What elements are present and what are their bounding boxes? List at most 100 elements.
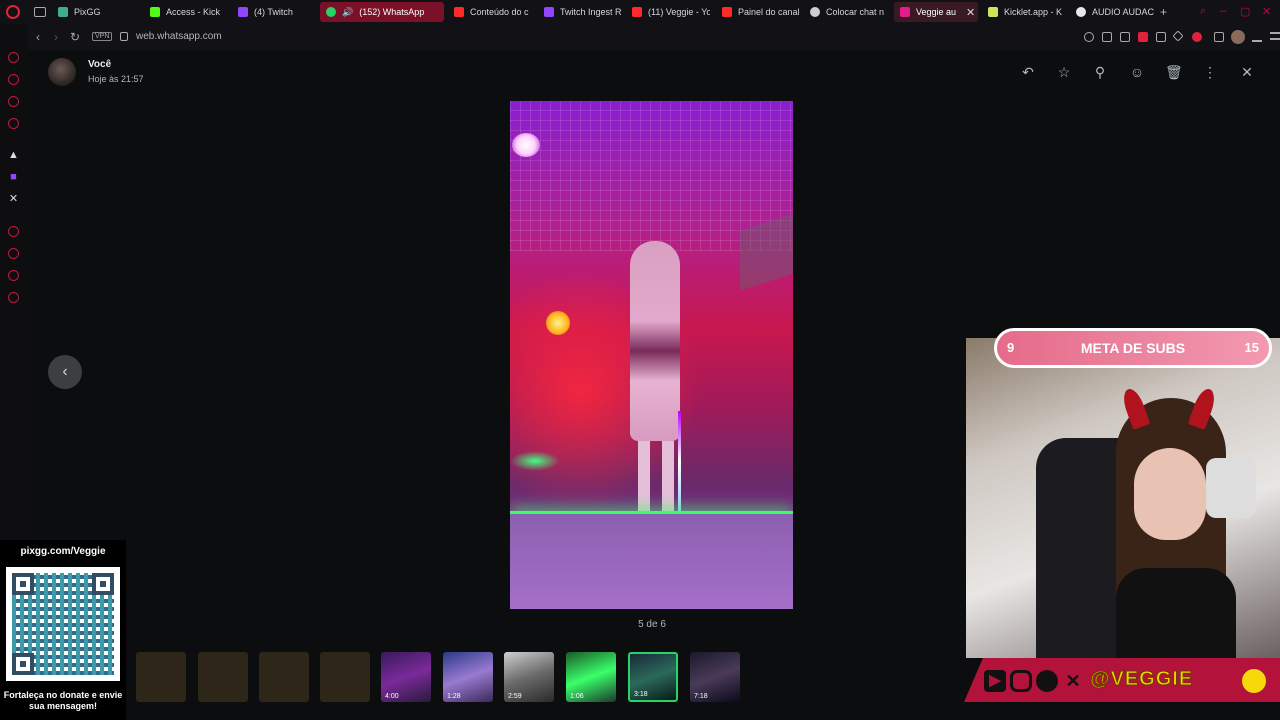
sidebar-extensions-icon[interactable] [8,270,19,281]
youtube-favicon-icon [454,7,464,17]
qr-eye [92,573,114,595]
instagram-icon [1010,670,1032,692]
emoji-icon[interactable]: ☺ [1129,64,1145,80]
reply-icon[interactable]: ↶ [1020,64,1036,80]
tab-youtube-content[interactable]: Conteúdo do c [448,2,532,22]
tab-twitch[interactable]: (4) Twitch [232,2,316,22]
sidebar-player-icon[interactable] [8,226,19,237]
tab-whatsapp[interactable]: 🔊 (152) WhatsApp [320,2,444,22]
donation-panel: pixgg.com/Veggie Fortaleça no donate e e… [0,540,126,720]
qr-eye [12,653,34,675]
donation-message: Fortaleça no donate e envie sua mensagem… [3,690,123,711]
webcam-feed [966,338,1280,658]
extensions-icon[interactable] [1214,32,1224,42]
thumbnail-strip: 4:00 1:28 2:59 1:06 3:18 7:18 [124,650,764,706]
address-bar: ‹ › ↻ VPN web.whatsapp.com [28,24,1280,50]
adblock-icon[interactable] [1138,32,1148,42]
back-icon[interactable]: ‹ [36,30,40,44]
zoom-icon[interactable] [1084,32,1094,42]
tab-veggie-audio[interactable]: Veggie au ✕ [894,2,978,22]
thumbnail[interactable] [259,652,309,702]
snapshot-icon[interactable] [1120,32,1130,42]
sidebar-twitch-icon[interactable]: ■ [8,172,19,183]
smiley-icon [1242,669,1266,693]
sidebar-messenger-icon[interactable] [8,96,19,107]
new-tab-button[interactable]: + [1160,5,1167,19]
sidebar-bag-icon[interactable] [8,74,19,85]
goal-target: 15 [1244,340,1259,355]
tab-youtube-veggie[interactable]: (11) Veggie - Yo [626,2,710,22]
profile-avatar[interactable] [1231,30,1245,44]
pin-icon[interactable]: ⚲ [1092,64,1108,80]
minimize-icon[interactable]: – [1220,5,1226,17]
spotify-icon [1036,670,1058,692]
play-icon[interactable] [1172,30,1184,42]
crop-icon[interactable] [1156,32,1166,42]
reload-icon[interactable]: ↻ [70,30,80,44]
streamer-face [1134,448,1206,540]
yellow-lamp [546,311,570,335]
tab-colocar-chat[interactable]: Colocar chat n [804,2,888,22]
lock-icon[interactable] [120,32,128,41]
tab-twitch-ingest[interactable]: Twitch Ingest R [538,2,622,22]
thumbnail[interactable]: 4:00 [381,652,431,702]
delete-icon[interactable]: 🗑 [1165,64,1183,80]
window-close-icon[interactable]: ✕ [1262,5,1271,18]
heart-icon[interactable] [1192,32,1202,42]
dancer-figure [630,241,680,441]
generic-favicon-icon [810,7,820,17]
donation-url: pixgg.com/Veggie [20,546,106,557]
whatsapp-favicon-icon [326,7,336,17]
pixgg-favicon-icon [58,7,68,17]
thumbnail[interactable]: 1:06 [566,652,616,702]
youtube-favicon-icon [632,7,642,17]
sidebar-aria-icon[interactable]: ▲ [8,150,19,161]
easy-setup-menu-icon[interactable] [1270,32,1280,40]
dancer-legs [628,441,684,521]
thumbnail[interactable] [320,652,370,702]
close-icon[interactable]: ✕ [1239,64,1255,80]
thumbnail[interactable]: 1:28 [443,652,493,702]
streamer-shirt [1116,568,1236,658]
thumbnail[interactable] [136,652,186,702]
tab-pixgg[interactable]: PixGG [52,2,140,22]
streamer-handle: @VEGGIE [1089,668,1194,691]
opera-logo-icon[interactable] [6,5,20,19]
forward-icon[interactable]: › [54,30,58,44]
sidebar-calendar-icon[interactable] [8,118,19,129]
tab-kicklet[interactable]: Kicklet.app - K [982,2,1066,22]
speaker-icon[interactable]: 🔊 [342,7,353,18]
stage-platform [510,511,793,609]
thumbnail-selected[interactable]: 3:18 [628,652,678,702]
thumbnail[interactable]: 2:59 [504,652,554,702]
tab-kick-access[interactable]: Access - Kick [144,2,228,22]
qr-eye [12,573,34,595]
more-vertical-icon[interactable]: ⋮ [1202,64,1218,80]
sender-timestamp: Hoje às 21:57 [88,74,144,84]
thumbnail[interactable]: 7:18 [690,652,740,702]
tab-audio-audacity[interactable]: AUDIO AUDACI [1070,2,1154,22]
star-icon[interactable]: ☆ [1056,64,1072,80]
avatar[interactable] [48,58,76,86]
x-icon: ✕ [1065,671,1081,691]
kick-favicon-icon [150,7,160,17]
url-field[interactable]: web.whatsapp.com [136,31,222,42]
tab-sidebar-icon[interactable] [34,7,46,17]
maximize-icon[interactable]: ▢ [1240,5,1250,18]
headphones [1206,458,1256,518]
sidebar-settings-icon[interactable] [8,292,19,303]
media-video[interactable] [510,101,793,609]
previous-media-button[interactable]: ‹ [48,355,82,389]
close-tab-icon[interactable]: ✕ [966,6,975,19]
tab-youtube-panel[interactable]: Painel do canal [716,2,800,22]
search-tabs-icon[interactable]: ⌕ [1200,5,1206,18]
youtube-icon: ▶ [984,670,1006,692]
thumbnail[interactable] [198,652,248,702]
sidebar-x-icon[interactable]: ✕ [8,194,19,205]
bookmark-icon[interactable] [1102,32,1112,42]
sub-goal-bar: 9 META DE SUBS 15 [994,328,1272,368]
vpn-badge[interactable]: VPN [92,32,113,41]
sidebar-history-icon[interactable] [8,248,19,259]
download-icon[interactable] [1252,32,1262,42]
sidebar-speed-dial-icon[interactable] [8,52,19,63]
